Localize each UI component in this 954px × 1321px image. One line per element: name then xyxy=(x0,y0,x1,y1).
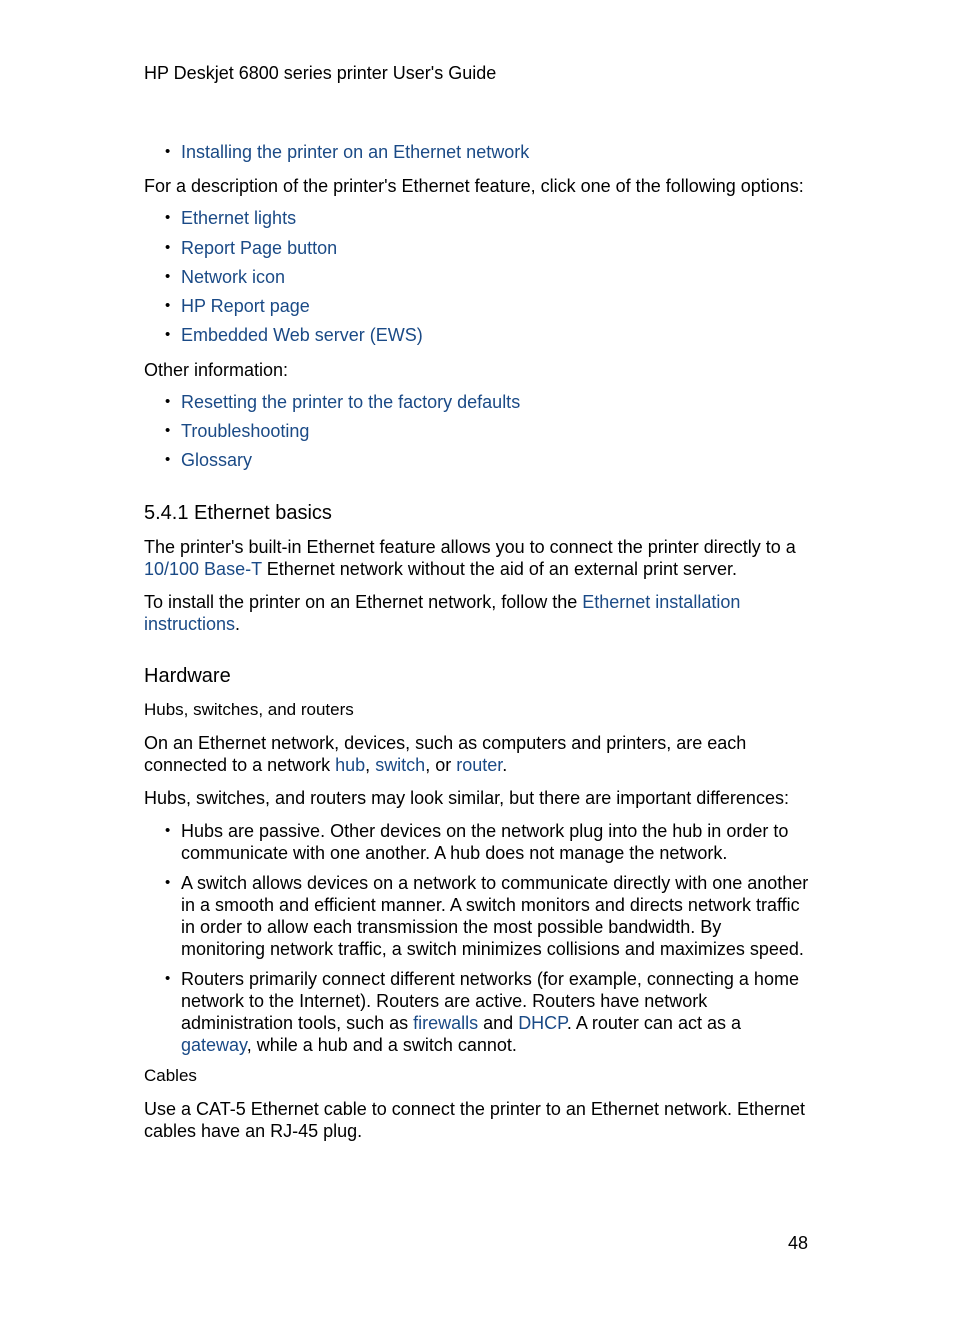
cables-para: Use a CAT-5 Ethernet cable to connect th… xyxy=(144,1099,806,1141)
document-header: HP Deskjet 6800 series printer User's Gu… xyxy=(144,63,497,83)
other-intro: Other information: xyxy=(144,360,289,380)
link-embedded-web-server[interactable]: Embedded Web server (EWS) xyxy=(181,325,423,345)
link-installing-ethernet[interactable]: Installing the printer on an Ethernet ne… xyxy=(181,142,529,162)
list-item: Network icon xyxy=(144,266,810,295)
cables-heading: Cables xyxy=(144,1066,197,1085)
hardware-para-1: On an Ethernet network, devices, such as… xyxy=(144,732,810,776)
hardware-heading: Hardware xyxy=(144,665,231,687)
link-hub[interactable]: hub xyxy=(335,755,365,775)
link-10-100-base-t[interactable]: 10/100 Base-T xyxy=(144,559,262,579)
list-item-routers: Routers primarily connect different netw… xyxy=(144,968,810,1056)
text: , while a hub and a switch cannot. xyxy=(246,1035,517,1055)
list-item: Installing the printer on an Ethernet ne… xyxy=(144,141,810,163)
section-heading: 5.4.1 Ethernet basics xyxy=(144,502,332,524)
text: . xyxy=(235,614,241,634)
list-item: Report Page button xyxy=(144,237,810,266)
other-link-list: Resetting the printer to the factory def… xyxy=(144,391,810,478)
device-differences-list: Hubs are passive. Other devices on the n… xyxy=(144,820,810,1056)
top-link-list: Installing the printer on an Ethernet ne… xyxy=(144,141,810,163)
text: , or xyxy=(425,755,457,775)
link-router[interactable]: router xyxy=(456,755,502,775)
link-glossary[interactable]: Glossary xyxy=(181,450,252,470)
link-ethernet-lights[interactable]: Ethernet lights xyxy=(181,208,296,228)
link-reset-factory-defaults[interactable]: Resetting the printer to the factory def… xyxy=(181,392,520,412)
list-item: Embedded Web server (EWS) xyxy=(144,324,810,353)
link-hp-report-page[interactable]: HP Report page xyxy=(181,296,310,316)
list-item: HP Report page xyxy=(144,295,810,324)
list-item: Glossary xyxy=(144,449,810,478)
feature-link-list: Ethernet lights Report Page button Netwo… xyxy=(144,207,810,353)
text: , xyxy=(365,755,376,775)
list-item: Resetting the printer to the factory def… xyxy=(144,391,810,420)
list-item: Ethernet lights xyxy=(144,207,810,237)
section-para-2: To install the printer on an Ethernet ne… xyxy=(144,591,810,635)
hardware-para-2: Hubs, switches, and routers may look sim… xyxy=(144,788,789,808)
link-report-page-button[interactable]: Report Page button xyxy=(181,238,337,258)
text: and xyxy=(478,1013,519,1033)
list-item-switch: A switch allows devices on a network to … xyxy=(144,872,810,960)
link-gateway[interactable]: gateway xyxy=(181,1035,247,1055)
link-firewalls[interactable]: firewalls xyxy=(413,1013,478,1033)
text: . xyxy=(502,755,508,775)
text: Ethernet network without the aid of an e… xyxy=(261,559,738,579)
text: The printer's built-in Ethernet feature … xyxy=(144,537,796,557)
list-item: Troubleshooting xyxy=(144,420,810,449)
hubs-subheading: Hubs, switches, and routers xyxy=(144,700,354,719)
list-item-hubs: Hubs are passive. Other devices on the n… xyxy=(144,820,810,864)
text: . A router can act as a xyxy=(566,1013,741,1033)
page-number: 48 xyxy=(788,1233,809,1253)
feature-intro: For a description of the printer's Ether… xyxy=(144,176,804,196)
link-dhcp[interactable]: DHCP xyxy=(518,1013,567,1033)
section-para-1: The printer's built-in Ethernet feature … xyxy=(144,536,810,580)
text: To install the printer on an Ethernet ne… xyxy=(144,592,583,612)
link-switch[interactable]: switch xyxy=(375,755,425,775)
link-troubleshooting[interactable]: Troubleshooting xyxy=(181,421,309,441)
link-network-icon[interactable]: Network icon xyxy=(181,267,285,287)
